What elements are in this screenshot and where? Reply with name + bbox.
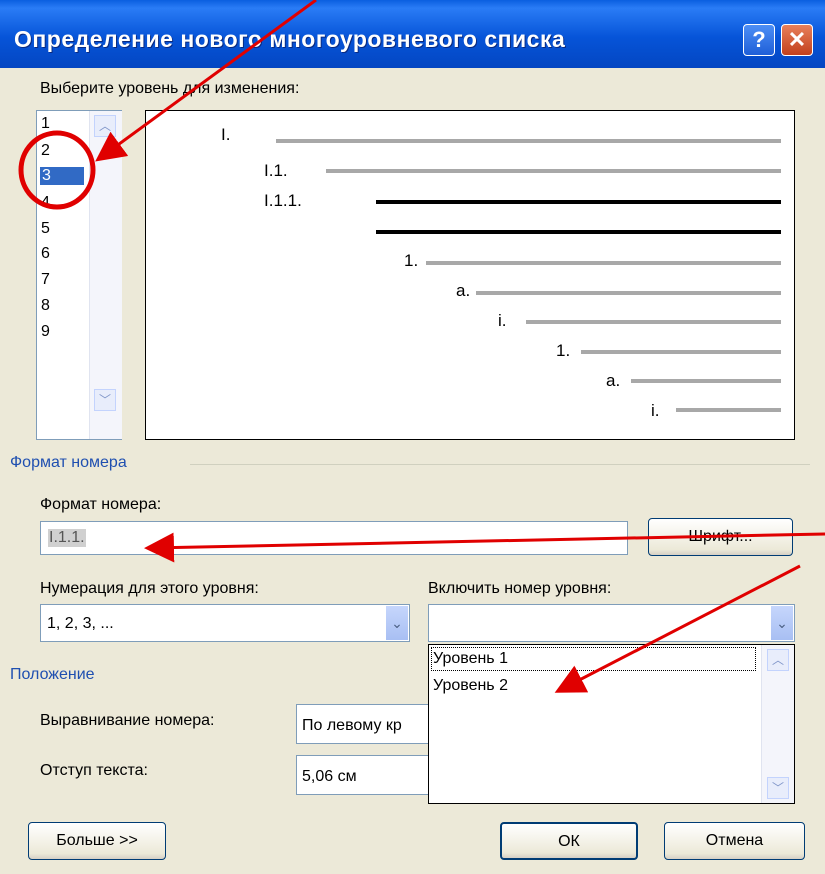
annotation-layer: [18, 0, 825, 693]
highlight-circle: [18, 130, 96, 210]
annotation-arrow: [144, 532, 825, 563]
annotation-arrow: [95, 0, 317, 162]
annotation-arrow: [554, 564, 801, 693]
